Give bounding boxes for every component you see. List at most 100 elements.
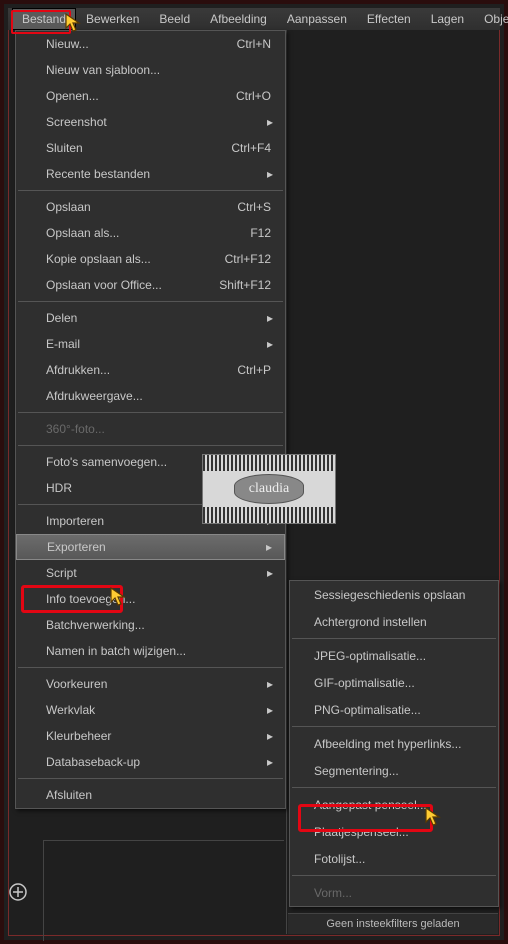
file-menu-item[interactable]: OpslaanCtrl+S — [16, 194, 285, 220]
file-menu-item[interactable]: E-mail▸ — [16, 331, 285, 357]
menu-item-label: Nieuw... — [46, 37, 237, 51]
author-watermark: claudia — [202, 454, 336, 524]
menu-item-label: JPEG-optimalisatie... — [314, 649, 488, 663]
chevron-right-icon: ▸ — [267, 703, 277, 717]
file-menu-item[interactable]: Script▸ — [16, 560, 285, 586]
menu-item-shortcut: Shift+F12 — [219, 278, 277, 292]
menu-item-shortcut: Ctrl+N — [237, 37, 277, 51]
chevron-right-icon: ▸ — [267, 755, 277, 769]
menu-item-label: Openen... — [46, 89, 236, 103]
menu-separator — [292, 787, 496, 788]
menu-separator — [18, 301, 283, 302]
menu-separator — [18, 412, 283, 413]
menu-item-label: Nieuw van sjabloon... — [46, 63, 277, 77]
menu-item-label: Kopie opslaan als... — [46, 252, 225, 266]
file-menu-item[interactable]: Nieuw...Ctrl+N — [16, 31, 285, 57]
menu-item-label: Vorm... — [314, 886, 488, 900]
file-menu-item[interactable]: Recente bestanden▸ — [16, 161, 285, 187]
file-menu-item[interactable]: Delen▸ — [16, 305, 285, 331]
menu-item-label: Afdrukweergave... — [46, 389, 277, 403]
menu-item-label: Batchverwerking... — [46, 618, 277, 632]
export-menu-item[interactable]: GIF-optimalisatie... — [290, 669, 498, 696]
file-menu-item[interactable]: Afdrukken...Ctrl+P — [16, 357, 285, 383]
file-menu-item[interactable]: Afsluiten — [16, 782, 285, 808]
export-menu-item[interactable]: Afbeelding met hyperlinks... — [290, 730, 498, 757]
highlight-dropdown-exporteren — [21, 585, 123, 613]
menu-item-shortcut: Ctrl+P — [237, 363, 277, 377]
export-menu-item[interactable]: Segmentering... — [290, 757, 498, 784]
menu-separator — [18, 667, 283, 668]
chevron-right-icon: ▸ — [267, 337, 277, 351]
menu-separator — [18, 190, 283, 191]
menu-item-label: Segmentering... — [314, 764, 488, 778]
pointer-icon — [424, 806, 454, 828]
export-menu-item[interactable]: Fotolijst... — [290, 845, 498, 872]
menu-item-label: Sluiten — [46, 141, 231, 155]
menu-item-label: Exporteren — [47, 540, 266, 554]
menu-separator — [292, 726, 496, 727]
menu-item-label: Afbeelding met hyperlinks... — [314, 737, 488, 751]
file-menu-item[interactable]: Werkvlak▸ — [16, 697, 285, 723]
chevron-right-icon: ▸ — [266, 540, 276, 554]
file-menu-item[interactable]: Opslaan als...F12 — [16, 220, 285, 246]
menu-item-label: Kleurbeheer — [46, 729, 267, 743]
file-menu-item[interactable]: Openen...Ctrl+O — [16, 83, 285, 109]
menu-item-label: Werkvlak — [46, 703, 267, 717]
export-submenu: Sessiegeschiedenis opslaan Achtergrond in… — [289, 580, 499, 907]
status-text: Geen insteekfilters geladen — [326, 918, 459, 930]
export-menu-item[interactable]: PNG-optimalisatie... — [290, 696, 498, 723]
menu-separator — [18, 778, 283, 779]
chevron-right-icon: ▸ — [267, 167, 277, 181]
add-icon[interactable] — [8, 882, 28, 902]
export-menu-item[interactable]: Achtergrond instellen — [290, 608, 498, 635]
menu-item-label: GIF-optimalisatie... — [314, 676, 488, 690]
menu-item-label: Afsluiten — [46, 788, 277, 802]
export-menu-item: Vorm... — [290, 879, 498, 906]
file-dropdown: Nieuw...Ctrl+N Nieuw van sjabloon... Opene… — [15, 30, 286, 809]
file-menu-item[interactable]: SluitenCtrl+F4 — [16, 135, 285, 161]
menubar-item-afbeelding[interactable]: Afbeelding — [200, 8, 277, 30]
menu-item-label: Opslaan — [46, 200, 237, 214]
menu-separator — [292, 875, 496, 876]
highlight-menubar-bestand — [11, 10, 71, 34]
file-menu-item[interactable]: Opslaan voor Office...Shift+F12 — [16, 272, 285, 298]
export-menu-item[interactable]: JPEG-optimalisatie... — [290, 642, 498, 669]
export-menu-item[interactable]: Sessiegeschiedenis opslaan — [290, 581, 498, 608]
menu-item-label: E-mail — [46, 337, 267, 351]
menu-item-label: PNG-optimalisatie... — [314, 703, 488, 717]
file-menu-item[interactable]: Namen in batch wijzigen... — [16, 638, 285, 664]
menu-separator — [292, 638, 496, 639]
file-menu-item[interactable]: Screenshot▸ — [16, 109, 285, 135]
screenshot-root: BestandBewerkenBeeldAfbeeldingAanpassenE… — [0, 0, 508, 944]
pointer-icon — [64, 12, 94, 34]
menubar-item-lagen[interactable]: Lagen — [421, 8, 474, 30]
file-menu-item[interactable]: Afdrukweergave... — [16, 383, 285, 409]
menubar-item-beeld[interactable]: Beeld — [149, 8, 200, 30]
file-menu-item[interactable]: Nieuw van sjabloon... — [16, 57, 285, 83]
menu-item-label: Delen — [46, 311, 267, 325]
chevron-right-icon: ▸ — [267, 566, 277, 580]
menubar-item-aanpassen[interactable]: Aanpassen — [277, 8, 357, 30]
menu-item-shortcut: Ctrl+S — [237, 200, 277, 214]
menu-item-label: Namen in batch wijzigen... — [46, 644, 277, 658]
file-menu-item[interactable]: Batchverwerking... — [16, 612, 285, 638]
menu-separator — [18, 445, 283, 446]
menu-item-label: Sessiegeschiedenis opslaan — [314, 588, 488, 602]
menu-item-label: Fotolijst... — [314, 852, 488, 866]
chevron-right-icon: ▸ — [267, 729, 277, 743]
statusbar: Geen insteekfilters geladen — [288, 913, 498, 934]
chevron-right-icon: ▸ — [267, 677, 277, 691]
menu-item-label: Opslaan als... — [46, 226, 250, 240]
menu-item-shortcut: Ctrl+O — [236, 89, 277, 103]
highlight-submenu-aangepast-penseel — [298, 804, 433, 832]
file-menu-item[interactable]: Voorkeuren▸ — [16, 671, 285, 697]
file-menu-item[interactable]: Exporteren▸ — [16, 534, 285, 560]
menu-item-label: Screenshot — [46, 115, 267, 129]
file-menu-item[interactable]: Kopie opslaan als...Ctrl+F12 — [16, 246, 285, 272]
pointer-icon — [109, 586, 139, 608]
menubar-item-effecten[interactable]: Effecten — [357, 8, 421, 30]
file-menu-item[interactable]: Databaseback-up▸ — [16, 749, 285, 775]
menubar-item-objecten[interactable]: Objecten — [474, 8, 508, 30]
file-menu-item[interactable]: Kleurbeheer▸ — [16, 723, 285, 749]
menu-item-shortcut: Ctrl+F12 — [225, 252, 277, 266]
